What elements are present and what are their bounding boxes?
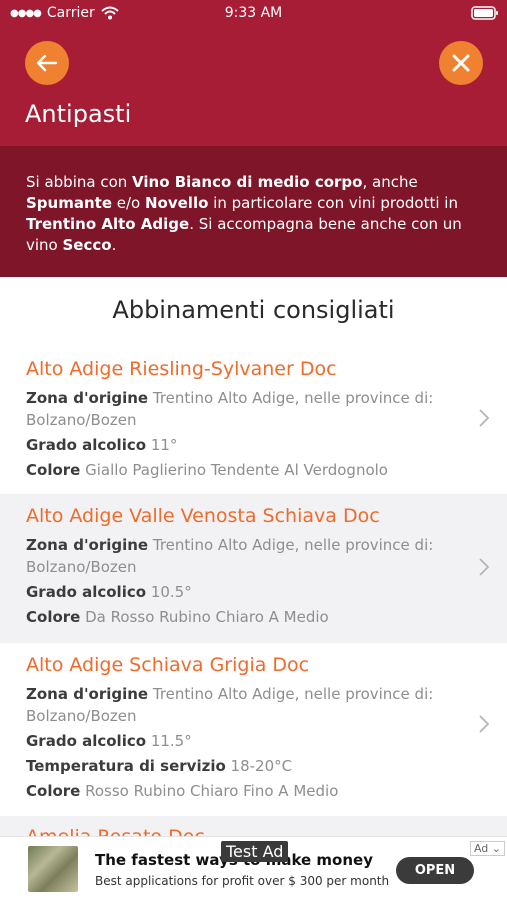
wine-item[interactable]: Alto Adige Valle Venosta Schiava Doc Zon… <box>0 494 507 643</box>
ad-subtitle: Best applications for profit over $ 300 … <box>95 874 390 888</box>
chevron-down-icon: ⌄ <box>491 842 501 855</box>
ad-open-button[interactable]: OPEN <box>396 857 474 884</box>
chevron-right-icon <box>479 558 489 576</box>
wine-item[interactable]: Alto Adige Schiava Grigia Doc Zona d'ori… <box>0 643 507 816</box>
close-icon <box>452 54 470 72</box>
wine-name: Alto Adige Riesling-Sylvaner Doc <box>26 358 337 380</box>
chevron-right-icon <box>479 715 489 733</box>
wine-name: Alto Adige Valle Venosta Schiava Doc <box>26 505 380 527</box>
arrow-left-icon <box>36 54 58 72</box>
wine-name: Alto Adige Schiava Grigia Doc <box>26 654 310 676</box>
wine-list: Alto Adige Riesling-Sylvaner Doc Zona d'… <box>0 347 507 816</box>
section-title: Abbinamenti consigliati <box>112 296 395 324</box>
status-time: 9:33 AM <box>224 5 283 21</box>
page-title: Antipasti <box>25 100 132 128</box>
money-image <box>28 846 78 892</box>
ad-badge[interactable]: Ad ⌄ <box>469 841 505 856</box>
pairing-description: Si abbina con Vino Bianco di medio corpo… <box>0 146 507 277</box>
wine-item[interactable]: Alto Adige Riesling-Sylvaner Doc Zona d'… <box>0 347 507 494</box>
battery-icon <box>471 6 498 20</box>
ad-banner[interactable]: The fastest ways to make money Best appl… <box>0 836 507 900</box>
test-ad-label: Test Ad <box>221 841 289 862</box>
header: ●●●● Carrier 9:33 AM Antipasti <box>0 0 507 146</box>
back-button[interactable] <box>25 41 69 85</box>
chevron-right-icon <box>479 409 489 427</box>
status-bar: ●●●● Carrier 9:33 AM <box>0 0 507 26</box>
close-button[interactable] <box>439 41 483 85</box>
